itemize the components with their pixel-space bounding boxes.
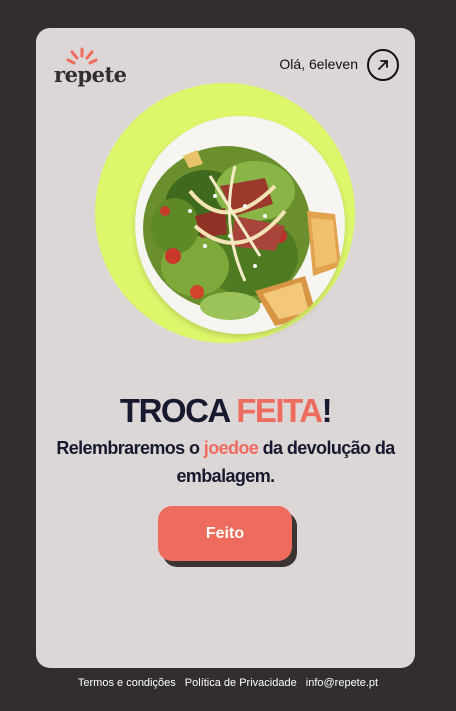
confirmation-subtitle: Relembraremos o joedoe da devolução da e… bbox=[56, 434, 395, 490]
arrow-up-right-icon bbox=[378, 60, 388, 70]
subtitle-part-1: Relembraremos o bbox=[56, 438, 200, 458]
title-exclamation: ! bbox=[321, 392, 333, 429]
footer-links: Termos e condições Política de Privacida… bbox=[0, 677, 456, 689]
logo-text: repete bbox=[54, 62, 127, 87]
confirmation-title: TROCA FEITA! bbox=[36, 392, 415, 430]
subtitle-username: joedoe bbox=[203, 438, 259, 458]
title-highlight: FEITA bbox=[236, 392, 323, 429]
title-part-1: TROCA bbox=[119, 392, 230, 429]
profile-link-button[interactable] bbox=[367, 49, 399, 81]
email-link[interactable]: info@repete.pt bbox=[306, 677, 378, 689]
terms-link[interactable]: Termos e condições bbox=[78, 677, 176, 689]
user-greeting: Olá, 6eleven bbox=[279, 56, 358, 72]
repete-logo[interactable]: repete bbox=[54, 46, 127, 87]
done-button[interactable]: Feito bbox=[158, 506, 292, 561]
confirmation-card: repete Olá, 6eleven TROCA FEITA! Relembr… bbox=[36, 28, 415, 668]
privacy-link[interactable]: Política de Privacidade bbox=[185, 677, 297, 689]
salad-plate-image bbox=[135, 116, 345, 334]
done-button-label: Feito bbox=[205, 524, 245, 542]
